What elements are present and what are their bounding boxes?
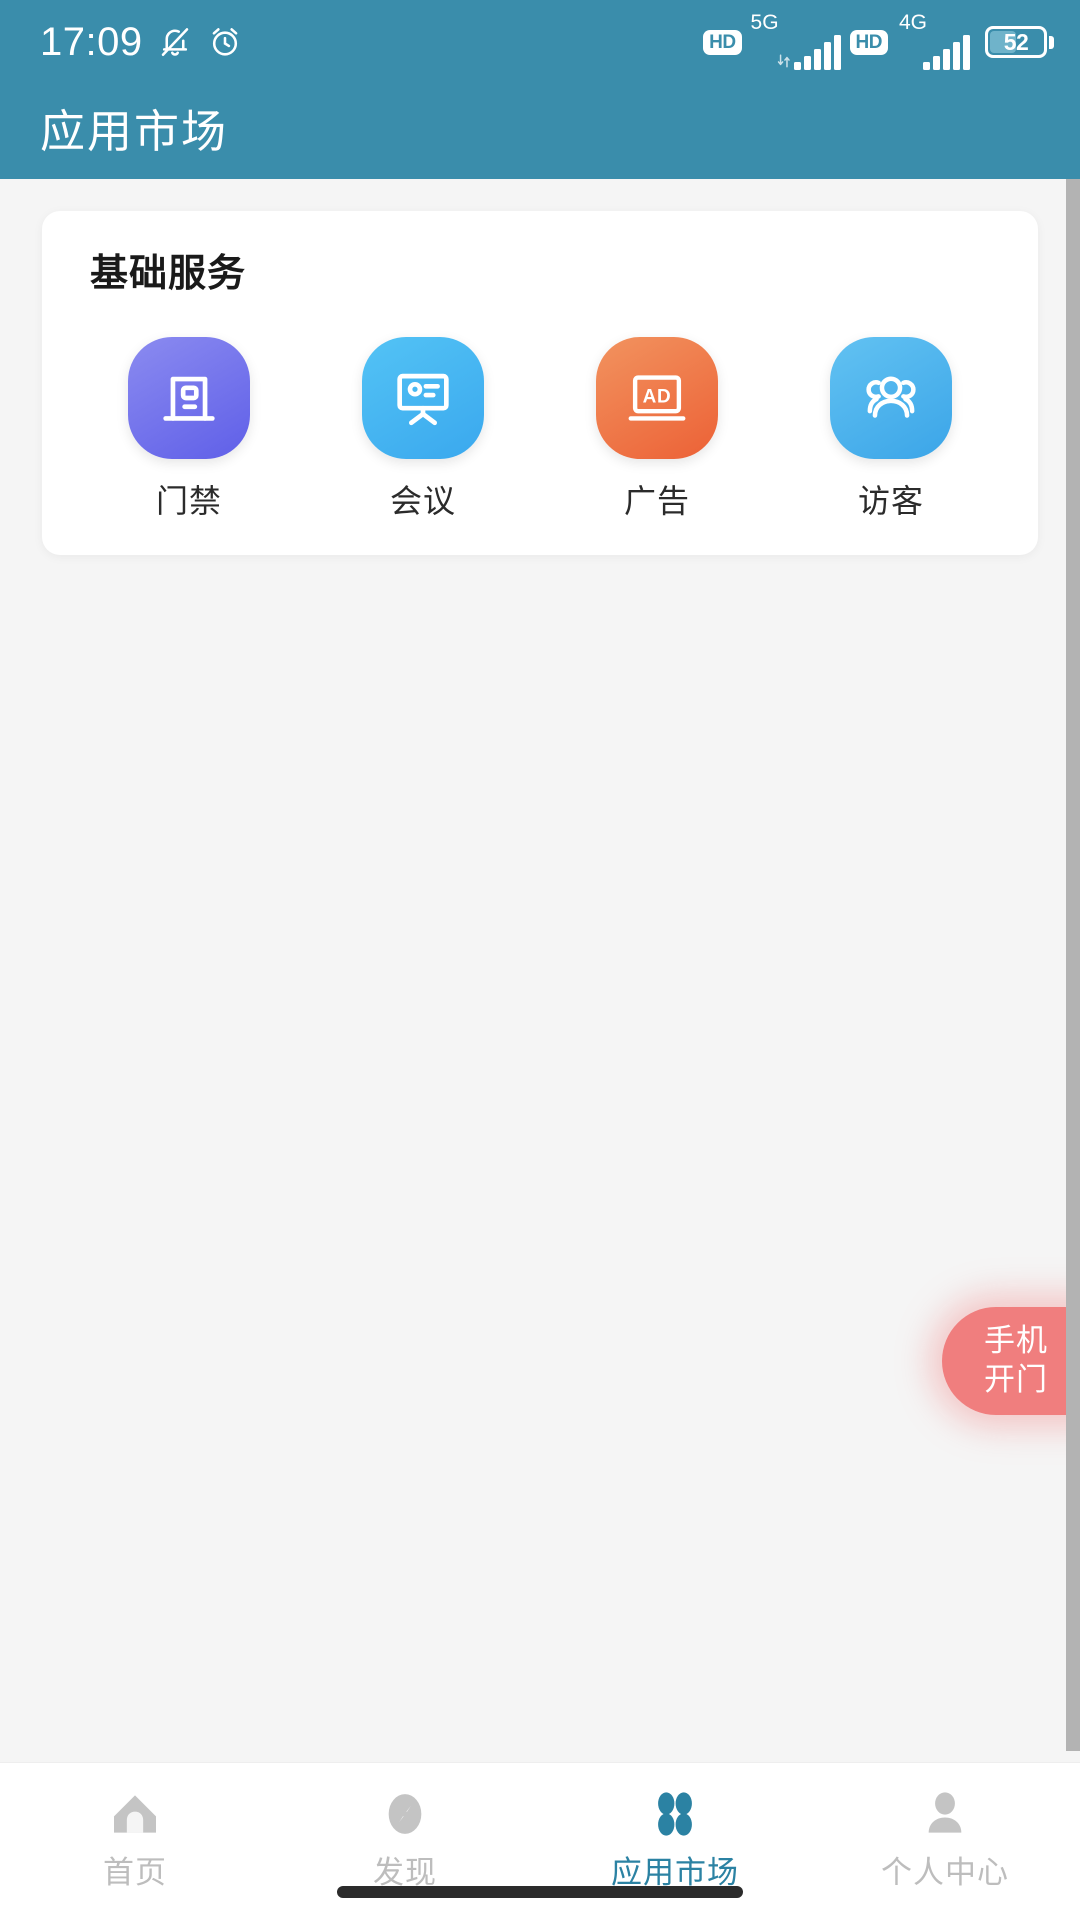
nav-item-profile[interactable]: 个人中心 <box>810 1763 1080 1920</box>
basic-services-card: 基础服务 门禁 会议 AD 广告 访客 <box>42 211 1038 555</box>
fab-line-2: 开门 <box>984 1362 1048 1397</box>
service-item-advertisement[interactable]: AD 广告 <box>540 337 774 517</box>
apps-grid-icon <box>646 1785 704 1843</box>
network-type-sim1: 5G <box>750 10 779 34</box>
fab-line-1: 手机 <box>984 1323 1048 1359</box>
hd-badge-sim2: HD <box>849 29 888 55</box>
nav-label: 个人中心 <box>881 1855 1009 1890</box>
nav-label: 应用市场 <box>611 1855 739 1890</box>
access-control-tile[interactable] <box>128 337 250 459</box>
nav-item-home[interactable]: 首页 <box>0 1763 270 1920</box>
door-access-icon <box>163 376 215 421</box>
battery-body: 52 <box>985 26 1047 58</box>
hd-badge-sim1: HD <box>703 29 742 55</box>
status-bar-left: 17:09 <box>40 22 243 62</box>
phone-open-door-button[interactable]: 手机 开门 <box>942 1307 1080 1415</box>
battery-indicator: 52 <box>985 26 1054 58</box>
status-bar: 17:09 HD 5G HD 4G 52 <box>0 0 1080 84</box>
services-grid: 门禁 会议 AD 广告 访客 <box>42 337 1038 517</box>
battery-percent: 52 <box>1003 28 1029 55</box>
home-icon <box>106 1785 164 1843</box>
status-bar-clock: 17:09 <box>40 20 143 64</box>
card-title: 基础服务 <box>90 253 247 295</box>
vertical-scrollbar[interactable] <box>1066 179 1080 1751</box>
signal-bars-sim1 <box>793 34 841 70</box>
service-item-visitor[interactable]: 访客 <box>774 337 1008 517</box>
service-label: 会议 <box>389 483 456 519</box>
ad-screen-icon: AD <box>628 375 686 421</box>
network-type-sim2: 4G <box>899 10 928 34</box>
presentation-board-icon <box>397 373 449 426</box>
nav-label: 首页 <box>103 1855 167 1890</box>
alarm-clock-icon <box>212 28 237 56</box>
advertisement-tile[interactable]: AD <box>596 337 718 459</box>
visitors-group-icon <box>866 376 916 418</box>
visitor-tile[interactable] <box>830 337 952 459</box>
service-label: 广告 <box>623 483 690 519</box>
phone-screen: 17:09 HD 5G HD 4G 52 应用市场 基础服务 门禁 会议 AD … <box>0 0 1080 1920</box>
service-item-access-control[interactable]: 门禁 <box>72 337 306 517</box>
data-transfer-icon <box>777 54 790 67</box>
gesture-home-indicator[interactable] <box>337 1886 743 1898</box>
signal-indicator-sim1: 5G <box>750 10 841 70</box>
content-area: 基础服务 门禁 会议 AD 广告 访客 手机 开门 <box>0 179 1080 1762</box>
service-label: 门禁 <box>155 483 222 519</box>
page-title: 应用市场 <box>40 106 229 157</box>
meeting-tile[interactable] <box>362 337 484 459</box>
nav-label: 发现 <box>373 1855 437 1890</box>
compass-icon <box>376 1785 434 1843</box>
person-icon <box>916 1785 974 1843</box>
app-bar: 应用市场 <box>0 84 1080 179</box>
status-bar-right: HD 5G HD 4G 52 <box>703 10 1054 70</box>
battery-cap <box>1049 35 1054 49</box>
svg-text:AD: AD <box>643 386 672 407</box>
service-label: 访客 <box>857 483 924 519</box>
bell-muted-icon <box>161 28 188 57</box>
signal-indicator-sim2: 4G <box>897 10 970 70</box>
signal-bars-sim2 <box>923 34 970 70</box>
service-item-meeting[interactable]: 会议 <box>306 337 540 517</box>
